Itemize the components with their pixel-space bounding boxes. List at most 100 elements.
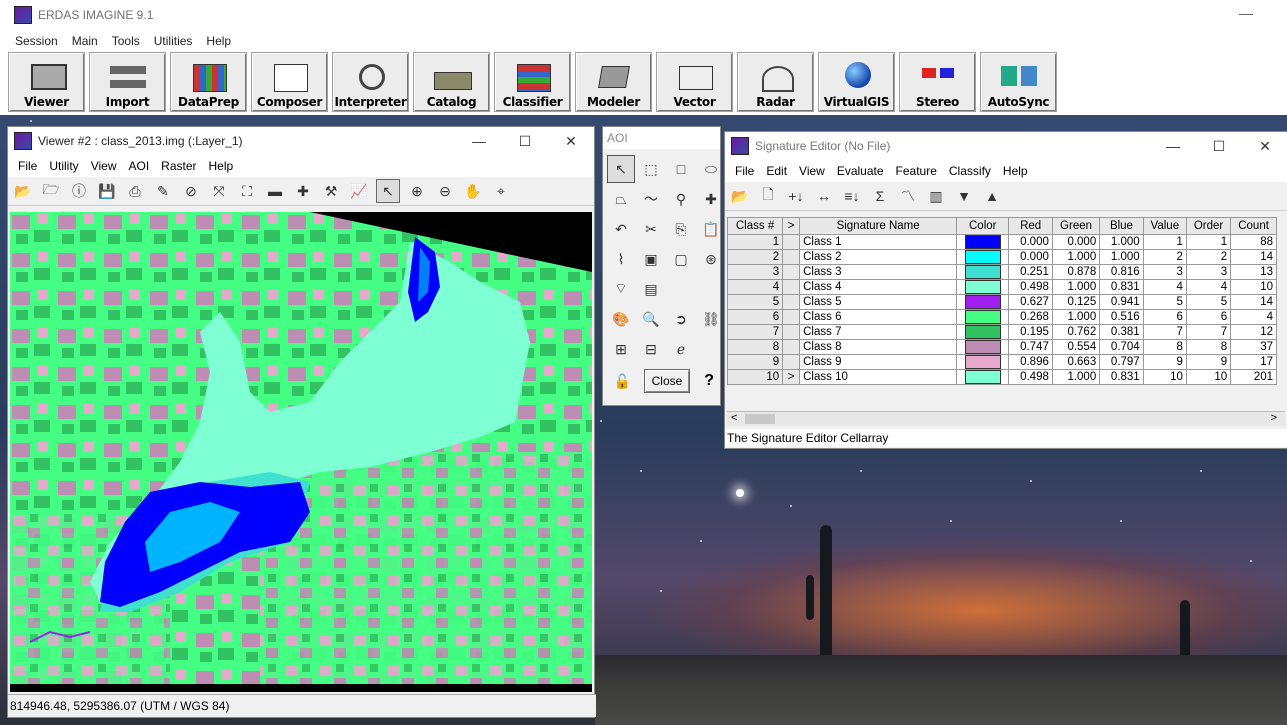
- catalog-button[interactable]: Catalog: [413, 52, 490, 112]
- class-number-cell[interactable]: 1: [726, 234, 784, 250]
- signature-cellarray[interactable]: Class # > Signature Name Color Red Green…: [726, 217, 1277, 385]
- open-icon[interactable]: 📂: [729, 185, 751, 207]
- color-swatch[interactable]: [964, 250, 1001, 264]
- color-cell[interactable]: [956, 339, 1010, 355]
- menu-tools[interactable]: Tools: [112, 34, 140, 48]
- green-cell[interactable]: 0.878: [1051, 264, 1101, 280]
- value-cell[interactable]: 8: [1142, 339, 1187, 355]
- close-icon[interactable]: ✕: [1242, 132, 1287, 160]
- select-arrow-icon[interactable]: ↖: [607, 155, 635, 183]
- signature-name-cell[interactable]: Class 10: [799, 369, 958, 385]
- class-number-cell[interactable]: 2: [726, 249, 784, 265]
- replace-signature-icon[interactable]: ↔: [813, 185, 835, 207]
- table-row[interactable]: 3 Class 3 0.251 0.878 0.816 3 3 13: [726, 264, 1277, 280]
- rectangle-select-icon[interactable]: ⬚: [637, 155, 665, 183]
- signature-name-cell[interactable]: Class 3: [799, 264, 958, 280]
- green-cell[interactable]: 0.762: [1051, 324, 1101, 340]
- green-cell[interactable]: 1.000: [1051, 369, 1101, 385]
- reshape-icon[interactable]: ⌇: [607, 245, 635, 273]
- color-cell[interactable]: [956, 294, 1010, 310]
- lasso-icon[interactable]: ⌔: [607, 275, 635, 303]
- blue-cell[interactable]: 0.941: [1099, 294, 1144, 310]
- minimize-icon[interactable]: —: [1150, 132, 1196, 160]
- table-row[interactable]: 6 Class 6 0.268 1.000 0.516 6 6 4: [726, 309, 1277, 325]
- sig-menu-help[interactable]: Help: [1003, 164, 1028, 178]
- color-cell[interactable]: [956, 324, 1010, 340]
- maximize-icon[interactable]: ☐: [502, 127, 548, 155]
- col-order[interactable]: Order: [1185, 217, 1232, 235]
- row-select-cell[interactable]: [782, 339, 801, 355]
- row-select-cell[interactable]: [782, 309, 801, 325]
- ungroup-icon[interactable]: ▢: [667, 245, 695, 273]
- save-icon[interactable]: 💾: [96, 180, 118, 202]
- lock-icon[interactable]: 🔓: [609, 373, 636, 390]
- viewer-menu-file[interactable]: File: [18, 159, 37, 173]
- properties-icon[interactable]: ▤: [637, 275, 665, 303]
- composer-button[interactable]: Composer: [251, 52, 328, 112]
- scroll-left-icon[interactable]: <: [731, 412, 737, 424]
- color-cell[interactable]: [956, 279, 1010, 295]
- paste-icon[interactable]: 📋: [697, 215, 725, 243]
- polygon-icon[interactable]: ⏢: [607, 185, 635, 213]
- green-cell[interactable]: 0.663: [1051, 354, 1101, 370]
- color-swatch[interactable]: [964, 325, 1001, 339]
- col-count[interactable]: Count: [1230, 217, 1277, 235]
- viewer-menu-help[interactable]: Help: [209, 159, 234, 173]
- value-cell[interactable]: 1: [1142, 234, 1187, 250]
- blue-cell[interactable]: 0.704: [1099, 339, 1144, 355]
- order-cell[interactable]: 3: [1185, 264, 1232, 280]
- undo-icon[interactable]: ↶: [607, 215, 635, 243]
- viewer-menu-utility[interactable]: Utility: [49, 159, 78, 173]
- class-number-cell[interactable]: 8: [726, 339, 784, 355]
- autosync-button[interactable]: AutoSync: [980, 52, 1057, 112]
- red-cell[interactable]: 0.498: [1008, 369, 1053, 385]
- value-cell[interactable]: 10: [1142, 369, 1187, 385]
- menu-session[interactable]: Session: [15, 34, 58, 48]
- color-swatch[interactable]: [964, 355, 1001, 369]
- red-cell[interactable]: 0.195: [1008, 324, 1053, 340]
- row-select-cell[interactable]: [782, 354, 801, 370]
- class-number-cell[interactable]: 6: [726, 309, 784, 325]
- resize-icon[interactable]: ⛶: [236, 180, 258, 202]
- color-cell[interactable]: [956, 264, 1010, 280]
- profile-icon[interactable]: 📈: [348, 180, 370, 202]
- radar-button[interactable]: Radar: [737, 52, 814, 112]
- fit-icon[interactable]: ⤧: [208, 180, 230, 202]
- blue-cell[interactable]: 1.000: [1099, 234, 1144, 250]
- table-row[interactable]: 9 Class 9 0.896 0.663 0.797 9 9 17: [726, 354, 1277, 370]
- stereo-button[interactable]: Stereo: [899, 52, 976, 112]
- color-swatch[interactable]: [964, 340, 1001, 354]
- open-icon[interactable]: 📂: [12, 180, 34, 202]
- green-cell[interactable]: 1.000: [1051, 309, 1101, 325]
- color-cell[interactable]: [956, 369, 1010, 385]
- close-icon[interactable]: ✕: [548, 127, 594, 155]
- sig-menu-evaluate[interactable]: Evaluate: [837, 164, 884, 178]
- blue-cell[interactable]: 0.831: [1099, 279, 1144, 295]
- order-cell[interactable]: 5: [1185, 294, 1232, 310]
- export-icon[interactable]: ➲: [667, 305, 695, 333]
- dataprep-button[interactable]: DataPrep: [170, 52, 247, 112]
- sig-menu-feature[interactable]: Feature: [896, 164, 937, 178]
- scroll-thumb[interactable]: [745, 414, 775, 424]
- red-cell[interactable]: 0.747: [1008, 339, 1053, 355]
- table-row[interactable]: 2 Class 2 0.000 1.000 1.000 2 2 14: [726, 249, 1277, 265]
- row-select-cell[interactable]: [782, 249, 801, 265]
- green-cell[interactable]: 0.554: [1051, 339, 1101, 355]
- order-cell[interactable]: 10: [1185, 369, 1232, 385]
- col-class-number[interactable]: Class #: [726, 217, 784, 235]
- scroll-right-icon[interactable]: >: [1271, 412, 1277, 424]
- green-cell[interactable]: 1.000: [1051, 249, 1101, 265]
- red-cell[interactable]: 0.251: [1008, 264, 1053, 280]
- class-number-cell[interactable]: 10: [726, 369, 784, 385]
- color-cell[interactable]: [956, 354, 1010, 370]
- color-swatch[interactable]: [964, 235, 1001, 249]
- link-icon[interactable]: ⛓: [697, 305, 725, 333]
- signature-name-cell[interactable]: Class 5: [799, 294, 958, 310]
- menu-main[interactable]: Main: [72, 34, 98, 48]
- sigma-icon[interactable]: Σ: [869, 185, 891, 207]
- order-cell[interactable]: 4: [1185, 279, 1232, 295]
- color-cell[interactable]: [956, 309, 1010, 325]
- ellipse-icon[interactable]: ⬭: [697, 155, 725, 183]
- red-cell[interactable]: 0.000: [1008, 234, 1053, 250]
- table-icon[interactable]: ⊞: [607, 335, 635, 363]
